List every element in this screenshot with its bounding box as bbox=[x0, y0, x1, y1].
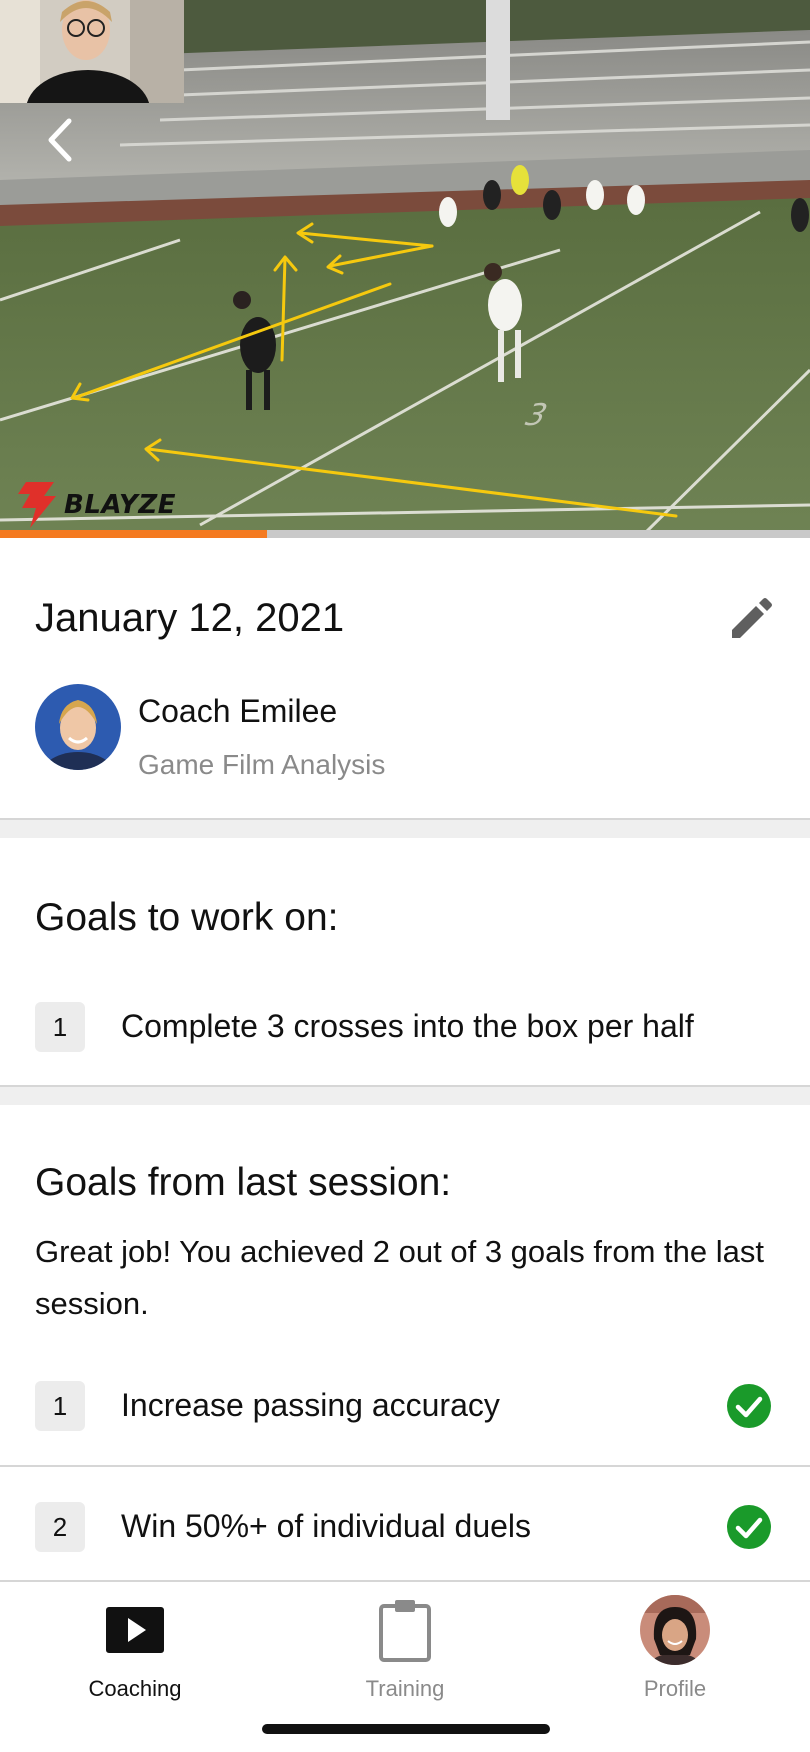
video-progress-bar[interactable] bbox=[0, 530, 810, 538]
edit-button[interactable] bbox=[726, 596, 774, 644]
coach-avatar bbox=[35, 684, 121, 770]
blayze-logo-icon bbox=[18, 482, 56, 528]
coach-video-pip bbox=[0, 0, 184, 103]
avatar-icon bbox=[640, 1595, 710, 1665]
tab-coaching[interactable]: Coaching bbox=[35, 1594, 235, 1714]
video-player[interactable]: O 3 bbox=[0, 0, 810, 538]
goal-number: 1 bbox=[35, 1002, 85, 1052]
brand-name: BLAYZE bbox=[64, 490, 176, 520]
row-divider bbox=[0, 1465, 810, 1467]
goal-number: 1 bbox=[35, 1381, 85, 1431]
list-item: 2 Win 50%+ of individual duels bbox=[0, 1474, 810, 1584]
play-icon bbox=[106, 1607, 164, 1653]
coach-photo bbox=[35, 684, 121, 770]
chevron-left-icon bbox=[48, 118, 72, 162]
goal-number: 2 bbox=[35, 1502, 85, 1552]
tab-label: Coaching bbox=[88, 1676, 182, 1701]
tab-label: Profile bbox=[643, 1676, 707, 1701]
clipboard-icon bbox=[379, 1600, 431, 1662]
pencil-icon bbox=[732, 598, 772, 638]
list-item: 1 Increase passing accuracy bbox=[0, 1353, 810, 1463]
goal-text: Increase passing accuracy bbox=[121, 1387, 500, 1423]
goal-text: Win 50%+ of individual duels bbox=[121, 1508, 532, 1544]
check-circle-icon bbox=[727, 1505, 771, 1549]
tab-profile[interactable]: Profile bbox=[575, 1594, 775, 1714]
session-date: January 12, 2021 bbox=[35, 596, 345, 640]
goals-from-last-session-title: Goals from last session: bbox=[35, 1161, 452, 1204]
section-divider bbox=[0, 818, 810, 838]
coach-name: Coach Emilee bbox=[138, 693, 338, 729]
check-circle-icon bbox=[727, 1384, 771, 1428]
list-item: 1 Complete 3 crosses into the box per ha… bbox=[0, 975, 810, 1085]
video-progress-fill bbox=[0, 530, 268, 538]
goal-text: Complete 3 crosses into the box per half bbox=[121, 1008, 694, 1044]
section-divider bbox=[0, 1085, 810, 1105]
goals-to-work-on-title: Goals to work on: bbox=[35, 896, 339, 939]
tab-training[interactable]: Training bbox=[305, 1594, 505, 1714]
back-button[interactable] bbox=[38, 112, 82, 168]
goals-summary: Great job! You achieved 2 out of 3 goals… bbox=[35, 1234, 764, 1321]
tab-label: Training bbox=[365, 1676, 445, 1701]
brand-watermark: BLAYZE bbox=[12, 480, 176, 530]
home-indicator bbox=[262, 1724, 550, 1734]
coach-cam-image bbox=[0, 0, 184, 103]
session-type: Game Film Analysis bbox=[138, 749, 386, 780]
